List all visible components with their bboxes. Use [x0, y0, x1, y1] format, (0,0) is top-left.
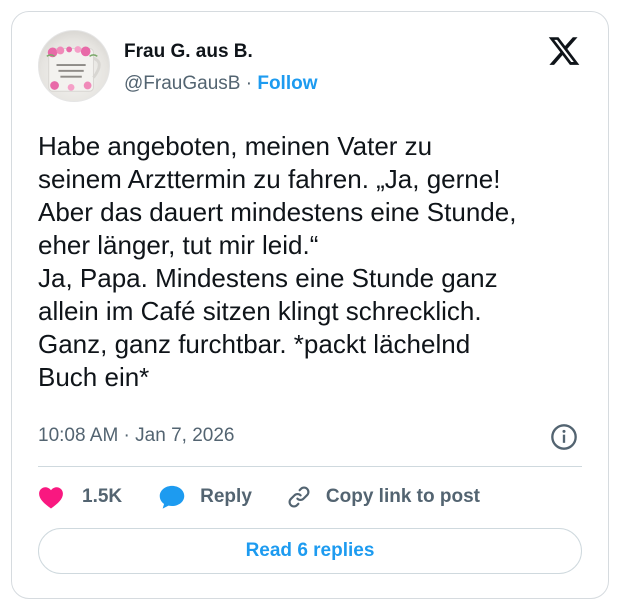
speech-bubble-icon — [159, 485, 185, 509]
avatar-image — [46, 46, 101, 92]
tweet-timestamp[interactable]: 10:08 AM · Jan 7, 2026 — [38, 425, 234, 447]
tweet-card: Frau G. aus B. @FrauGausB · Follow Habe … — [11, 11, 609, 599]
tweet-text: Habe angeboten, meinen Vater zu seinem A… — [38, 131, 517, 392]
copy-link-button[interactable]: Copy link to post — [286, 484, 480, 510]
divider — [38, 466, 582, 467]
author-name[interactable]: Frau G. aus B. — [124, 41, 253, 63]
action-bar: 1.5K Reply Copy link to post — [38, 482, 480, 512]
reply-label: Reply — [200, 486, 252, 507]
like-count: 1.5K — [82, 486, 123, 507]
avatar[interactable] — [38, 30, 110, 102]
separator-dot: · — [245, 73, 253, 94]
read-replies-button[interactable]: Read 6 replies — [38, 528, 582, 574]
author-handle-row: @FrauGausB · Follow — [124, 73, 318, 95]
author-handle[interactable]: @FrauGausB — [124, 73, 240, 94]
reply-button[interactable]: Reply — [158, 484, 286, 510]
info-icon[interactable] — [550, 423, 578, 451]
heart-icon — [39, 487, 63, 509]
follow-button[interactable]: Follow — [257, 73, 317, 94]
copy-link-label: Copy link to post — [325, 486, 480, 507]
link-icon — [288, 486, 310, 508]
like-button[interactable]: 1.5K — [38, 485, 158, 509]
x-logo-icon[interactable] — [547, 34, 581, 68]
